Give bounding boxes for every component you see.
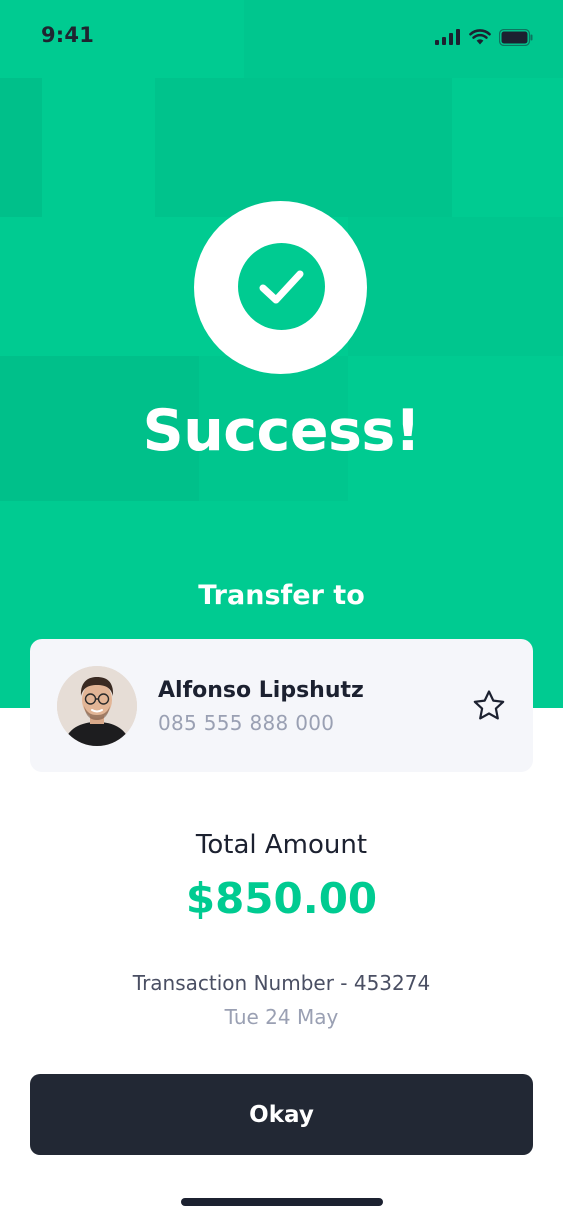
home-indicator bbox=[181, 1198, 383, 1206]
bg-tile bbox=[155, 78, 452, 217]
avatar bbox=[57, 666, 137, 746]
okay-button[interactable]: Okay bbox=[30, 1074, 533, 1155]
bg-tile bbox=[0, 78, 42, 217]
success-inner-circle bbox=[238, 243, 325, 330]
hero-section: 9:41 Success! Transfer to bbox=[0, 0, 563, 708]
transaction-date: Tue 24 May bbox=[224, 1005, 339, 1029]
status-time: 9:41 bbox=[41, 23, 95, 47]
transfer-label: Transfer to bbox=[198, 580, 365, 611]
total-amount-label: Total Amount bbox=[195, 830, 368, 860]
battery-icon bbox=[499, 28, 533, 46]
star-icon[interactable] bbox=[471, 688, 507, 724]
recipient-name: Alfonso Lipshutz bbox=[158, 678, 364, 703]
wifi-icon bbox=[469, 29, 491, 45]
check-icon bbox=[259, 270, 304, 304]
success-title: Success! bbox=[142, 398, 421, 464]
recipient-card[interactable]: Alfonso Lipshutz 085 555 888 000 bbox=[30, 639, 533, 772]
bg-tile bbox=[348, 217, 563, 356]
recipient-phone: 085 555 888 000 bbox=[158, 711, 335, 735]
status-icons bbox=[435, 26, 533, 48]
success-badge bbox=[194, 201, 367, 374]
status-bar: 9:41 bbox=[0, 0, 563, 75]
signal-icon bbox=[435, 29, 460, 45]
transaction-number: Transaction Number - 453274 bbox=[132, 971, 431, 995]
total-amount-value: $850.00 bbox=[185, 874, 378, 923]
